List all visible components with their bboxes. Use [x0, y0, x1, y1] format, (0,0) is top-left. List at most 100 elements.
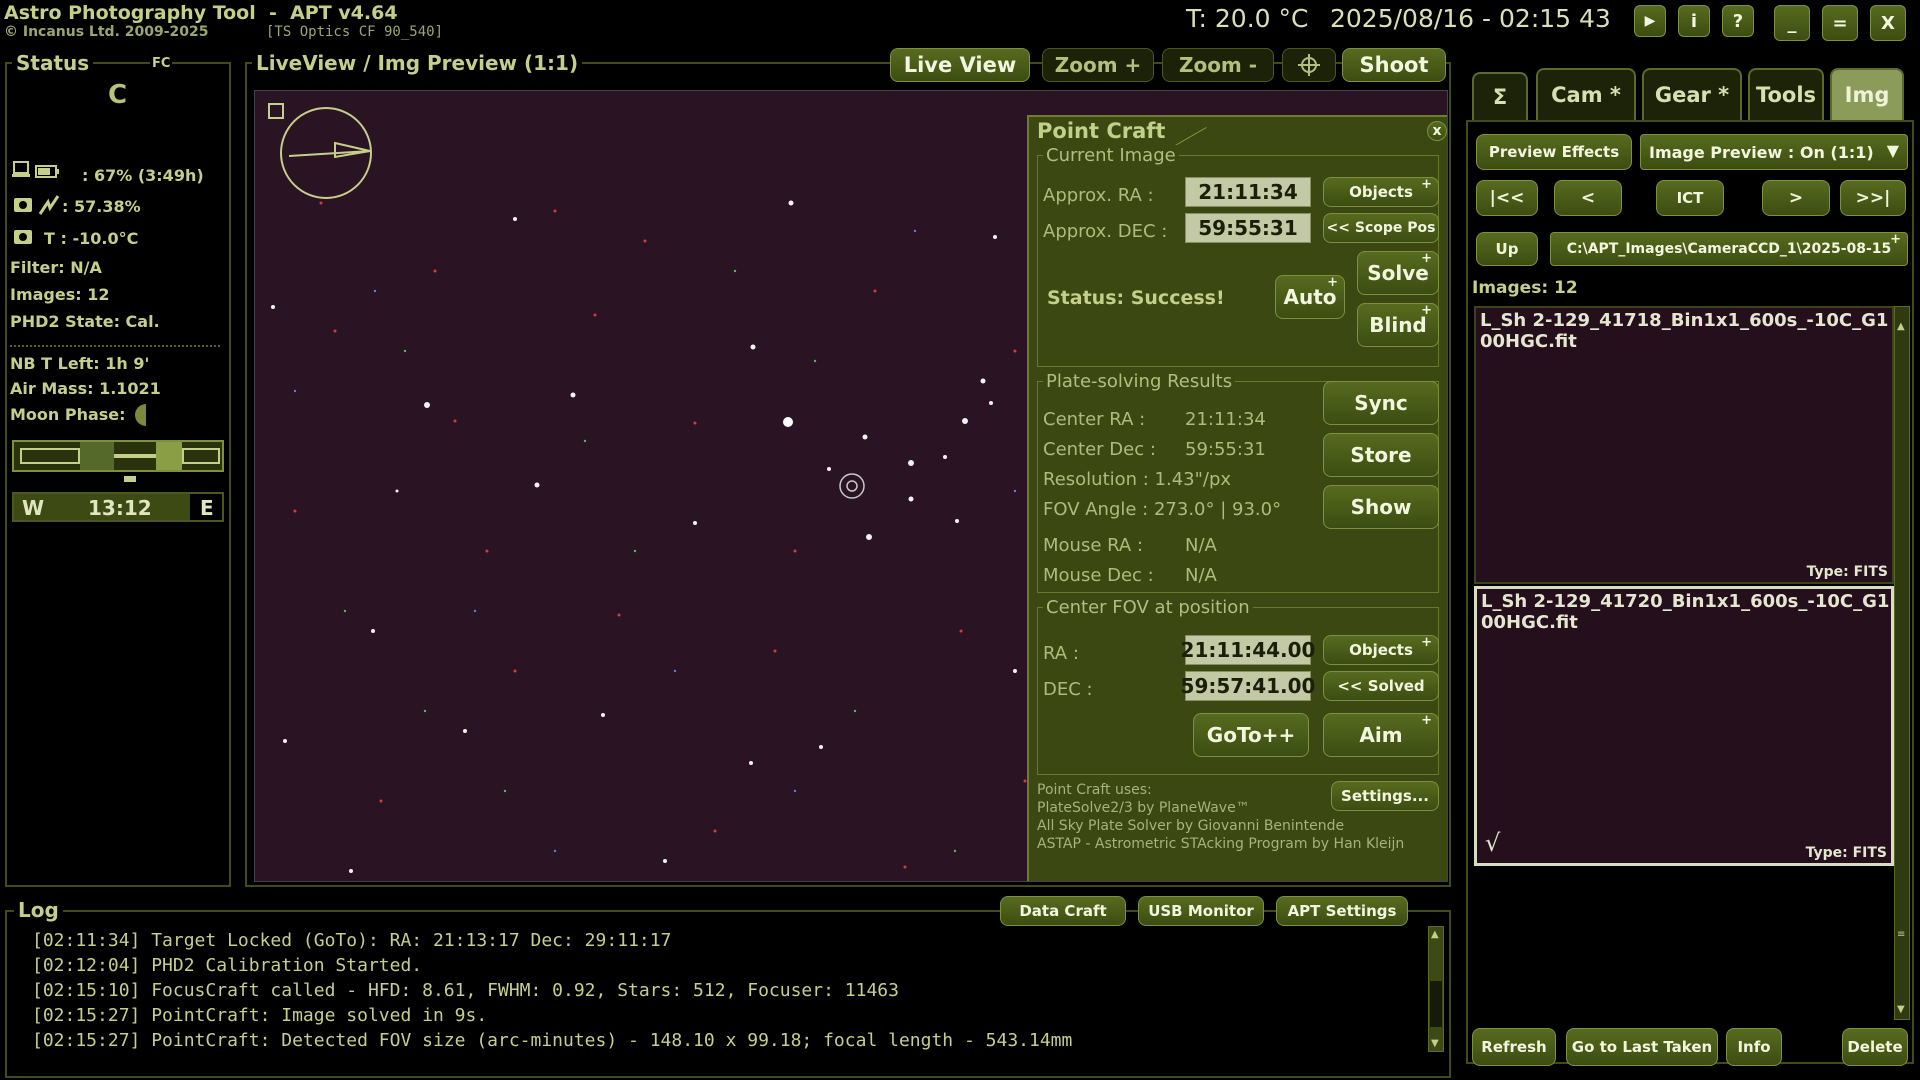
- approx-dec-field[interactable]: 59:55:31: [1185, 213, 1311, 243]
- info-icon: i: [1690, 10, 1698, 32]
- up-folder-button[interactable]: Up: [1476, 232, 1538, 266]
- file-name: L_Sh 2-129_41718_Bin1x1_600s_-10C_G100HG…: [1480, 310, 1889, 352]
- status-divider: [10, 345, 220, 347]
- fov-angle: FOV Angle : 273.0° | 93.0°: [1043, 499, 1282, 520]
- aim-button[interactable]: Aim +: [1323, 713, 1439, 757]
- preview-effects-button[interactable]: Preview Effects: [1476, 134, 1632, 170]
- filter-status: Filter: N/A: [10, 258, 102, 277]
- meridian-west: W: [22, 496, 45, 520]
- sky-image[interactable]: Point Craft x Current Image Approx. RA :…: [254, 90, 1448, 882]
- file-type: Type: FITS: [1806, 564, 1888, 580]
- blind-button[interactable]: Blind +: [1357, 303, 1439, 347]
- crosshair-button[interactable]: [1282, 48, 1336, 82]
- meridian-bar: [12, 440, 224, 472]
- play-button[interactable]: ▶: [1634, 5, 1666, 37]
- go-to-last-taken-button[interactable]: Go to Last Taken: [1566, 1028, 1718, 1066]
- image-preview-select[interactable]: Image Preview : On (1:1) ▼: [1640, 134, 1908, 170]
- status-panel: [5, 62, 231, 887]
- zoom-out-button[interactable]: Zoom -: [1162, 48, 1274, 82]
- help-button[interactable]: ?: [1722, 5, 1754, 37]
- settings-button[interactable]: Settings...: [1331, 781, 1439, 811]
- approx-ra-label: Approx. RA :: [1043, 185, 1154, 206]
- list-item[interactable]: L_Sh 2-129_41720_Bin1x1_600s_-10C_G100HG…: [1474, 586, 1894, 866]
- tab-sigma[interactable]: Σ: [1472, 72, 1528, 120]
- last-image-button[interactable]: >>|: [1840, 180, 1906, 216]
- current-image-title: Current Image: [1043, 145, 1179, 166]
- point-craft-dialog: Point Craft x Current Image Approx. RA :…: [1027, 115, 1447, 881]
- tab-cam[interactable]: Cam *: [1536, 68, 1636, 120]
- prev-image-button[interactable]: <: [1554, 180, 1622, 216]
- fov-dec-field[interactable]: 59:57:41.00: [1181, 671, 1315, 701]
- fov-dec-label: DEC :: [1043, 679, 1093, 700]
- sensor-temp-icon: [14, 230, 32, 244]
- next-image-button[interactable]: >: [1762, 180, 1830, 216]
- sensor-temperature: T : -10.0°C: [44, 229, 139, 248]
- log-title: Log: [14, 898, 63, 922]
- info-button[interactable]: i: [1678, 5, 1710, 37]
- scope-pos-button[interactable]: << Scope Pos: [1323, 213, 1439, 243]
- tab-tools[interactable]: Tools: [1748, 68, 1824, 120]
- center-target-icon: [839, 473, 865, 499]
- auto-button[interactable]: Auto +: [1275, 275, 1345, 319]
- tab-img[interactable]: Img: [1830, 68, 1904, 120]
- center-fov-title: Center FOV at position: [1043, 597, 1253, 618]
- sync-button[interactable]: Sync: [1323, 381, 1439, 425]
- file-type: Type: FITS: [1805, 845, 1887, 861]
- folder-path-button[interactable]: C:\APT_Images\CameraCCD_1\2025-08-15 +: [1550, 232, 1908, 266]
- crosshair-icon: [1298, 54, 1320, 76]
- refresh-button[interactable]: Refresh: [1472, 1028, 1556, 1066]
- close-button[interactable]: X: [1870, 5, 1906, 41]
- first-image-button[interactable]: |<<: [1476, 180, 1538, 216]
- log-line: [02:11:34] Target Locked (GoTo): RA: 21:…: [32, 930, 672, 951]
- optics-label: [TS Optics CF 90_540]: [266, 24, 444, 40]
- datetime-readout: 2025/08/16 - 02:15 43: [1330, 4, 1611, 33]
- log-scroll-thumb[interactable]: [1430, 981, 1442, 1027]
- file-name: L_Sh 2-129_41720_Bin1x1_600s_-10C_G100HG…: [1481, 591, 1890, 633]
- plate-solving-results-title: Plate-solving Results: [1043, 371, 1236, 392]
- approx-ra-field[interactable]: 21:11:34: [1185, 177, 1311, 207]
- meridian-time: 13:12: [88, 496, 152, 520]
- rotation-compass-icon: [268, 103, 372, 199]
- meridian-flip-panel: W 13:12 E: [12, 492, 224, 522]
- mouse-ra-value: N/A: [1185, 535, 1217, 556]
- checkmark-icon: √: [1485, 829, 1501, 857]
- meridian-marker: [124, 476, 136, 482]
- zoom-in-button[interactable]: Zoom +: [1042, 48, 1154, 82]
- maximize-button[interactable]: =: [1822, 5, 1858, 41]
- fov-objects-button[interactable]: Objects +: [1323, 635, 1439, 665]
- info-image-button[interactable]: Info: [1726, 1028, 1782, 1066]
- ict-button[interactable]: ICT: [1656, 180, 1724, 216]
- point-craft-close-button[interactable]: x: [1427, 121, 1447, 141]
- delete-button[interactable]: Delete: [1842, 1028, 1908, 1066]
- approx-dec-label: Approx. DEC :: [1043, 221, 1168, 242]
- show-button[interactable]: Show: [1323, 485, 1439, 529]
- solve-button[interactable]: Solve +: [1357, 251, 1439, 295]
- goto-button[interactable]: GoTo++: [1193, 713, 1309, 757]
- solve-status: Status: Success!: [1047, 287, 1225, 309]
- store-button[interactable]: Store: [1323, 433, 1439, 477]
- objects-button[interactable]: Objects +: [1323, 177, 1439, 207]
- mouse-dec-value: N/A: [1185, 565, 1217, 586]
- minimize-button[interactable]: _: [1774, 5, 1810, 41]
- point-craft-title: Point Craft: [1037, 119, 1166, 143]
- log-line: [02:15:27] PointCraft: Detected FOV size…: [32, 1030, 1073, 1051]
- mouse-dec-label: Mouse Dec :: [1043, 565, 1154, 586]
- laptop-battery-icon: [12, 161, 59, 178]
- maximize-icon: =: [1832, 12, 1848, 34]
- tab-gear[interactable]: Gear *: [1642, 68, 1742, 120]
- list-item[interactable]: L_Sh 2-129_41718_Bin1x1_600s_-10C_G100HG…: [1474, 306, 1894, 584]
- file-list-scrollbar[interactable]: ▲ ≡ ▼: [1894, 306, 1910, 1020]
- moon-phase-icon: [135, 404, 146, 426]
- fov-ra-field[interactable]: 21:11:44.00: [1181, 635, 1315, 665]
- shoot-button[interactable]: Shoot: [1342, 48, 1446, 82]
- chevron-down-icon: ▼: [1886, 141, 1899, 160]
- log-scrollbar[interactable]: ▲ ▼: [1428, 926, 1444, 1052]
- cooler-icon: [14, 195, 60, 215]
- apt-settings-button[interactable]: APT Settings: [1276, 896, 1408, 926]
- temperature-readout: T: 20.0 °C: [1186, 4, 1309, 33]
- data-craft-button[interactable]: Data Craft: [1000, 896, 1126, 926]
- live-view-button[interactable]: Live View: [890, 48, 1030, 82]
- solved-button[interactable]: << Solved: [1323, 671, 1439, 701]
- usb-monitor-button[interactable]: USB Monitor: [1138, 896, 1264, 926]
- log-line: [02:15:27] PointCraft: Image solved in 9…: [32, 1005, 488, 1026]
